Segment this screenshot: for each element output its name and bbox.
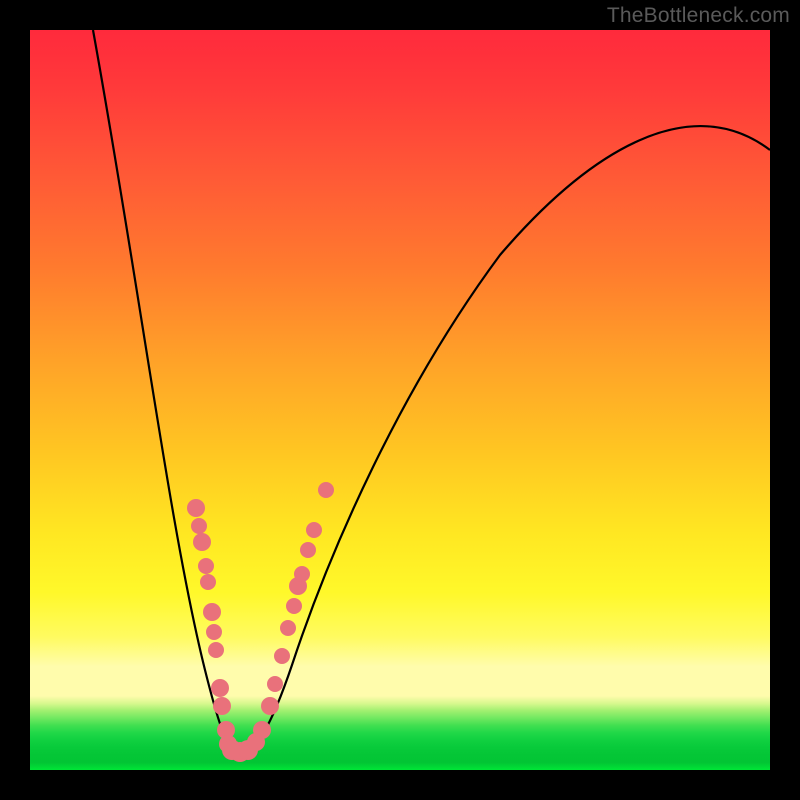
data-point <box>261 697 279 715</box>
data-point <box>206 624 222 640</box>
watermark-text: TheBottleneck.com <box>607 4 790 28</box>
plot-area <box>30 30 770 770</box>
data-point <box>211 679 229 697</box>
data-point <box>191 518 207 534</box>
data-point <box>318 482 334 498</box>
data-point <box>193 533 211 551</box>
data-point <box>274 648 290 664</box>
bottleneck-curve <box>93 30 770 752</box>
chart-frame: TheBottleneck.com <box>0 0 800 800</box>
curve-svg <box>30 30 770 770</box>
data-points <box>187 482 334 762</box>
data-point <box>280 620 296 636</box>
data-point <box>267 676 283 692</box>
data-point <box>213 697 231 715</box>
data-point <box>253 721 271 739</box>
data-point <box>198 558 214 574</box>
data-point <box>294 566 310 582</box>
data-point <box>300 542 316 558</box>
data-point <box>306 522 322 538</box>
data-point <box>187 499 205 517</box>
data-point <box>286 598 302 614</box>
data-point <box>200 574 216 590</box>
data-point <box>203 603 221 621</box>
data-point <box>208 642 224 658</box>
